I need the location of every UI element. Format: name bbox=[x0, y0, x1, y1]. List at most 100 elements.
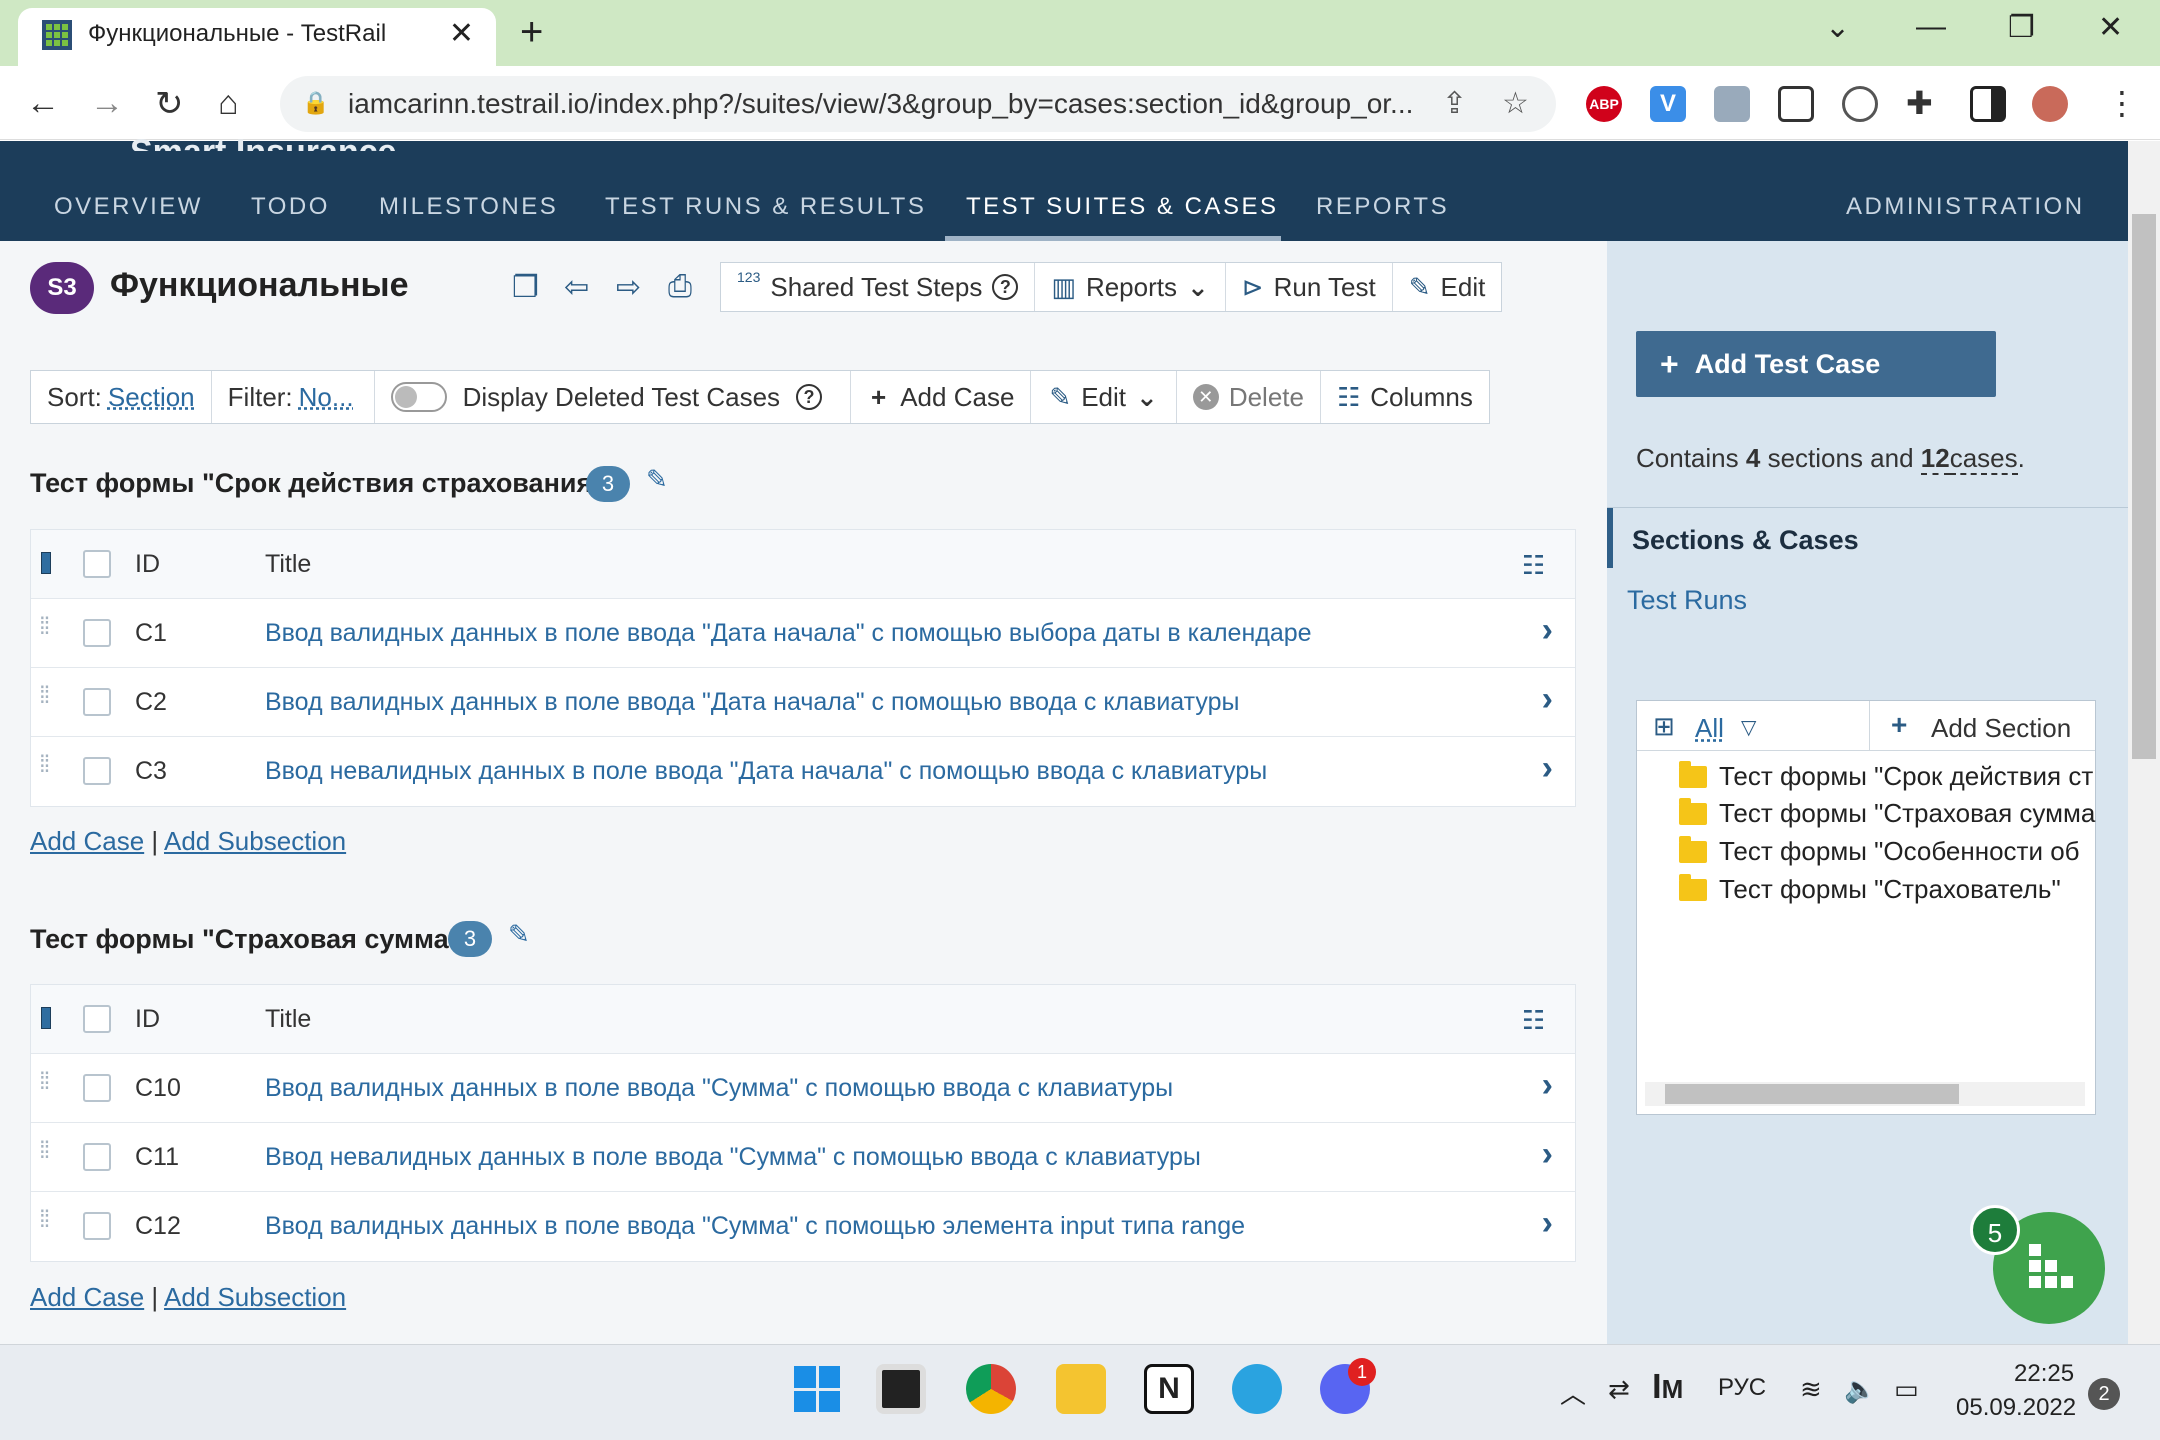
edit-section-pencil-icon[interactable]: ✎ bbox=[646, 464, 668, 495]
cases-count[interactable]: 12 bbox=[1920, 443, 1950, 475]
nav-reports[interactable]: REPORTS bbox=[1316, 193, 1449, 221]
drag-handle-icon[interactable]: ⁞⁞ bbox=[39, 1068, 50, 1096]
tray-app-icon[interactable]: ⇄ bbox=[1608, 1374, 1630, 1405]
add-case-link[interactable]: Add Case bbox=[30, 826, 144, 856]
toggle-switch[interactable] bbox=[390, 382, 447, 412]
row-checkbox[interactable] bbox=[83, 1074, 111, 1102]
import-icon[interactable]: ⇦ bbox=[564, 270, 589, 305]
windows-start-icon[interactable] bbox=[792, 1364, 842, 1414]
tree-node[interactable]: Тест формы "Особенности об bbox=[1679, 835, 2080, 867]
file-explorer-icon[interactable] bbox=[1056, 1364, 1106, 1414]
chevron-right-icon[interactable]: › bbox=[1542, 1066, 1553, 1105]
extensions-puzzle-icon[interactable]: ✚ bbox=[1906, 84, 1933, 122]
browser-tab[interactable]: Функциональные - TestRail ✕ bbox=[18, 8, 496, 66]
filter-control[interactable]: Filter: No... bbox=[212, 371, 375, 423]
add-test-case-button[interactable]: + Add Test Case bbox=[1636, 331, 1996, 397]
row-checkbox[interactable] bbox=[83, 1212, 111, 1240]
add-case-button[interactable]: + Add Case bbox=[851, 371, 1032, 423]
table-row[interactable]: ⁞⁞ C2 Ввод валидных данных в поле ввода … bbox=[31, 668, 1575, 737]
table-row[interactable]: ⁞⁞ C3 Ввод невалидных данных в поле ввод… bbox=[31, 737, 1575, 806]
edit-cases-dropdown[interactable]: ✎ Edit ⌄ bbox=[1031, 371, 1177, 423]
id-column-header[interactable]: ID bbox=[135, 550, 160, 579]
task-view-icon[interactable] bbox=[876, 1364, 926, 1414]
export-icon[interactable]: ⇨ bbox=[616, 270, 641, 305]
forward-arrow-icon[interactable]: → bbox=[90, 84, 124, 123]
nav-todo[interactable]: TODO bbox=[251, 193, 330, 221]
select-all-checkbox[interactable] bbox=[83, 1005, 111, 1033]
drag-handle-icon[interactable]: ⁞⁞ bbox=[39, 1137, 50, 1165]
edit-suite-button[interactable]: ✎ Edit bbox=[1393, 263, 1502, 311]
project-name[interactable]: Smart Insurance bbox=[130, 133, 396, 151]
tab-search-chevron-icon[interactable]: ⌄ bbox=[1825, 10, 1850, 45]
tray-meter-icon[interactable]: ꟾM bbox=[1652, 1374, 1683, 1405]
columns-button[interactable]: ☷ Columns bbox=[1321, 371, 1489, 423]
clock-time[interactable]: 22:25 bbox=[2014, 1360, 2074, 1388]
table-row[interactable]: ⁞⁞ C1 Ввод валидных данных в поле ввода … bbox=[31, 599, 1575, 668]
tree-scroll-thumb[interactable] bbox=[1665, 1084, 1959, 1104]
chevron-right-icon[interactable]: › bbox=[1542, 1135, 1553, 1174]
edit-section-pencil-icon[interactable]: ✎ bbox=[508, 919, 530, 950]
nav-test-suites-cases[interactable]: TEST SUITES & CASES bbox=[966, 193, 1278, 221]
chevron-right-icon[interactable]: › bbox=[1542, 680, 1553, 719]
row-checkbox[interactable] bbox=[83, 757, 111, 785]
chevron-right-icon[interactable]: › bbox=[1542, 611, 1553, 650]
column-settings-icon[interactable]: ☷ bbox=[1522, 1005, 1545, 1036]
drag-handle-icon[interactable]: ⁞⁞ bbox=[39, 1206, 50, 1234]
case-title-link[interactable]: Ввод невалидных данных в поле ввода "Дат… bbox=[265, 757, 1267, 786]
v-extension-icon[interactable]: V bbox=[1650, 86, 1686, 122]
tree-filter-all[interactable]: All bbox=[1695, 713, 1724, 744]
window-close-icon[interactable]: ✕ bbox=[2098, 10, 2123, 45]
language-indicator[interactable]: РУС bbox=[1718, 1374, 1766, 1402]
copy-icon[interactable]: ❐ bbox=[512, 270, 539, 305]
sidebar-item-sections-cases[interactable]: Sections & Cases bbox=[1632, 525, 1859, 556]
drag-handle-icon[interactable]: ⁞⁞ bbox=[39, 682, 50, 710]
reports-dropdown-button[interactable]: ▥ Reports ⌄ bbox=[1035, 263, 1226, 311]
shared-test-steps-button[interactable]: 123 Shared Test Steps ? bbox=[721, 263, 1036, 311]
telegram-taskbar-icon[interactable] bbox=[1232, 1364, 1282, 1414]
chrome-taskbar-icon[interactable] bbox=[966, 1364, 1016, 1414]
battery-icon[interactable]: ▭ bbox=[1894, 1374, 1919, 1405]
chevron-right-icon[interactable]: › bbox=[1542, 749, 1553, 788]
case-title-link[interactable]: Ввод валидных данных в поле ввода "Сумма… bbox=[265, 1074, 1173, 1103]
cases-word[interactable]: cases bbox=[1949, 443, 2018, 475]
notion-taskbar-icon[interactable]: N bbox=[1144, 1364, 1194, 1414]
notifications-badge[interactable]: 2 bbox=[2088, 1378, 2120, 1410]
run-test-button[interactable]: ⊳ Run Test bbox=[1226, 263, 1393, 311]
chrome-menu-icon[interactable]: ⋮ bbox=[2106, 84, 2138, 122]
user-avatar[interactable] bbox=[2032, 86, 2068, 122]
title-column-header[interactable]: Title bbox=[265, 1005, 311, 1034]
case-title-link[interactable]: Ввод валидных данных в поле ввода "Дата … bbox=[265, 688, 1239, 717]
sort-value[interactable]: Section bbox=[108, 382, 195, 413]
table-row[interactable]: ⁞⁞ C10 Ввод валидных данных в поле ввода… bbox=[31, 1054, 1575, 1123]
side-panel-icon[interactable] bbox=[1970, 86, 2006, 122]
table-row[interactable]: ⁞⁞ C11 Ввод невалидных данных в поле вво… bbox=[31, 1123, 1575, 1192]
minimize-icon[interactable]: — bbox=[1916, 10, 1946, 44]
add-subsection-link[interactable]: Add Subsection bbox=[164, 1282, 346, 1312]
bookmark-star-icon[interactable]: ☆ bbox=[1502, 86, 1529, 121]
delete-button[interactable]: ✕ Delete bbox=[1177, 371, 1321, 423]
nav-milestones[interactable]: MILESTONES bbox=[379, 193, 558, 221]
share-icon[interactable]: ⇪ bbox=[1442, 86, 1467, 121]
tree-node[interactable]: Тест формы "Срок действия ст bbox=[1679, 760, 2093, 792]
filter-value[interactable]: No... bbox=[299, 382, 354, 413]
id-column-header[interactable]: ID bbox=[135, 1005, 160, 1034]
new-tab-icon[interactable]: + bbox=[520, 10, 543, 55]
clock-date[interactable]: 05.09.2022 bbox=[1956, 1394, 2076, 1422]
display-deleted-toggle[interactable]: Display Deleted Test Cases ? bbox=[375, 371, 852, 423]
tree-node[interactable]: Тест формы "Страховая сумма bbox=[1679, 797, 2095, 829]
case-title-link[interactable]: Ввод валидных данных в поле ввода "Дата … bbox=[265, 619, 1312, 648]
profile-extension-icon[interactable] bbox=[1714, 86, 1750, 122]
drag-handle-icon[interactable]: ⁞⁞ bbox=[39, 751, 50, 779]
picture-in-picture-icon[interactable] bbox=[1778, 86, 1814, 122]
row-checkbox[interactable] bbox=[83, 688, 111, 716]
adblock-extension-icon[interactable]: ABP bbox=[1586, 86, 1622, 122]
tray-overflow-icon[interactable]: ︿ bbox=[1560, 1374, 1586, 1411]
chevron-right-icon[interactable]: › bbox=[1542, 1204, 1553, 1243]
table-row[interactable]: ⁞⁞ C12 Ввод валидных данных в поле ввода… bbox=[31, 1192, 1575, 1261]
title-column-header[interactable]: Title bbox=[265, 550, 311, 579]
select-all-checkbox[interactable] bbox=[83, 550, 111, 578]
page-scroll-thumb[interactable] bbox=[2132, 214, 2156, 759]
row-checkbox[interactable] bbox=[83, 619, 111, 647]
drag-handle-icon[interactable]: ⁞⁞ bbox=[39, 613, 50, 641]
help-icon[interactable]: ? bbox=[796, 384, 823, 410]
